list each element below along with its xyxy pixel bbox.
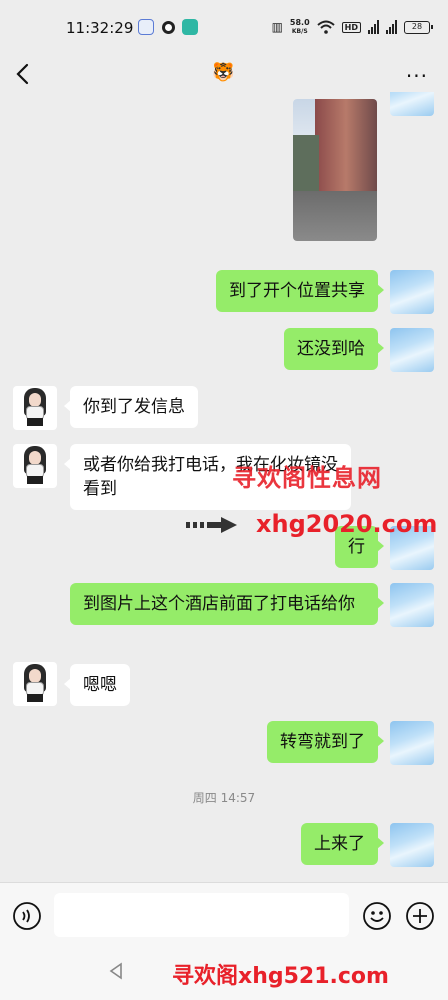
battery-indicator: 28 [404,20,433,34]
more-options-icon[interactable]: ··· [406,64,428,88]
status-indicators: ▥ 58.0 KB/S HD 28 [271,18,433,36]
message-input-bar [0,882,448,948]
vibrate-icon: ▥ [271,20,283,34]
wifi-icon [316,20,335,34]
contact-avatar[interactable] [13,662,57,706]
watermark-site-url: xhg2020.com [256,510,438,538]
my-avatar[interactable] [390,270,434,314]
contact-avatar[interactable] [13,444,57,488]
message-input[interactable] [54,893,349,937]
signal-icon-1 [368,20,379,34]
emoji-icon[interactable] [362,901,392,931]
my-avatar[interactable] [390,721,434,765]
network-speed-value: 58.0 [289,18,310,27]
app-notification-icon [138,19,154,35]
my-avatar[interactable] [390,328,434,372]
watermark-bottom: 寻欢阁xhg521.com [172,964,389,989]
system-back-icon[interactable] [108,962,124,980]
my-avatar[interactable] [390,92,434,116]
signal-icon-2 [386,20,397,34]
message-bubble[interactable]: 到了开个位置共享 [216,270,384,312]
status-bar: 11:32:29 ▥ 58.0 KB/S HD 28 [0,0,448,56]
message-bubble[interactable]: 你到了发信息 [64,386,198,428]
contact-avatar[interactable] [13,386,57,430]
time-divider: 周四 14:57 [192,791,256,805]
chat-title: 🐯 [212,62,235,83]
watermark-site-name: 寻欢阁性息网 [232,464,382,492]
my-avatar[interactable] [390,823,434,867]
watermark-arrow-icon [186,517,237,533]
shared-photo[interactable] [293,99,377,241]
message-bubble[interactable]: 到图片上这个酒店前面了打电话给你 [70,583,384,625]
message-bubble[interactable]: 上来了 [301,823,384,865]
message-bubble[interactable]: 还没到哈 [284,328,384,370]
chat-header: 🐯 ··· [0,56,448,92]
network-speed-unit: KB/S [291,28,308,35]
back-arrow-icon[interactable] [13,62,33,86]
status-time: 11:32:29 [66,19,134,37]
record-icon [162,21,175,34]
message-bubble[interactable]: 嗯嗯 [64,664,130,706]
hd-voice-badge: HD [341,21,361,33]
my-avatar[interactable] [390,583,434,627]
chat-app-icon [182,19,198,35]
more-functions-plus-icon[interactable] [405,901,435,931]
message-bubble[interactable]: 转弯就到了 [267,721,384,763]
voice-input-icon[interactable] [12,901,42,931]
system-navigation-bar: 寻欢阁xhg521.com [0,948,448,1000]
network-speed: 58.0 KB/S [290,18,310,36]
